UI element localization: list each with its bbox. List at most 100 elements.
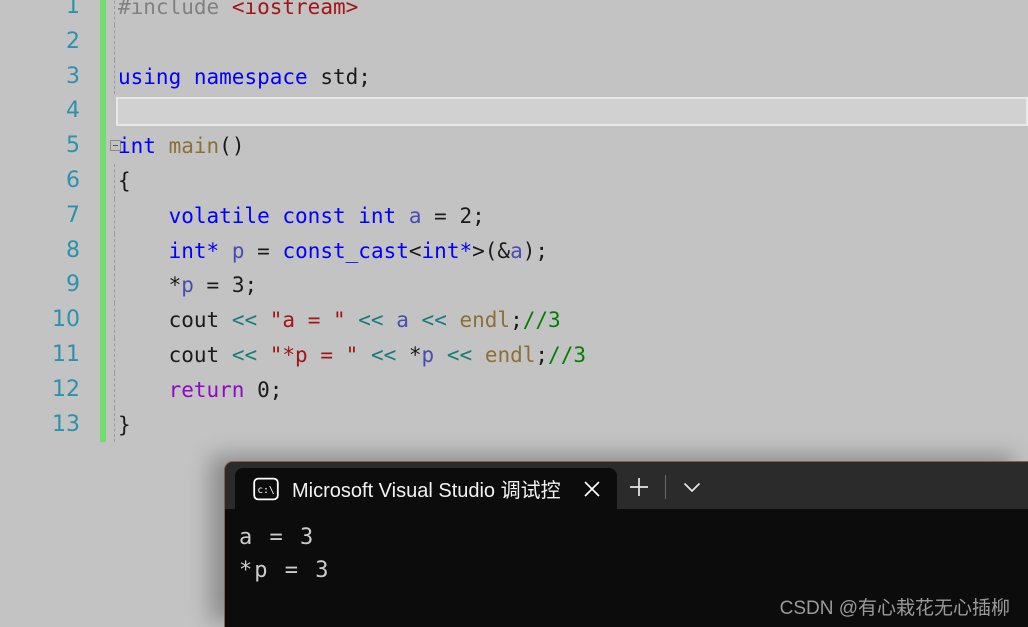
change-bar: [100, 407, 106, 443]
outline-rail: [114, 198, 116, 234]
console-titlebar[interactable]: c:\ Microsoft Visual Studio 调试控: [225, 462, 1028, 509]
line-number: 1: [66, 0, 80, 19]
titlebar-separator: [664, 475, 666, 499]
token-operator-shift: <<: [231, 308, 258, 333]
code-line[interactable]: 10 cout << "a = " << a << endl;//3: [0, 303, 1028, 338]
code-line[interactable]: 2: [0, 24, 1028, 60]
change-bar: [100, 233, 106, 269]
change-bar: [100, 303, 106, 338]
new-tab-button[interactable]: [617, 467, 661, 507]
console-tab-active[interactable]: c:\ Microsoft Visual Studio 调试控: [235, 468, 617, 509]
token-keyword-int-pointer: int*: [421, 238, 473, 263]
token-number-3: 3: [231, 273, 245, 298]
code-line[interactable]: 11 cout << "*p = " << *p << endl;//3: [0, 337, 1028, 373]
terminal-icon: c:\: [253, 477, 279, 501]
console-output-line: *p = 3: [239, 558, 331, 583]
code-line-current[interactable]: 4: [0, 94, 1028, 130]
console-tab-title: Microsoft Visual Studio 调试控: [292, 480, 561, 502]
close-icon[interactable]: [573, 470, 611, 508]
code-line[interactable]: 8 int* p = const_cast<int*>(&a);: [0, 233, 1028, 269]
token-identifier-endl: endl: [459, 308, 511, 333]
outline-rail: [114, 59, 116, 95]
code-line[interactable]: 3 using namespace std;: [0, 59, 1028, 95]
code-line[interactable]: 1 #include <iostream>: [0, 0, 1028, 25]
console-output-area[interactable]: a = 3 *p = 3 CSDN @有心栽花无心插柳: [225, 509, 1028, 627]
token-variable-p: p: [231, 238, 245, 263]
code-text: }: [118, 412, 131, 437]
change-bar: [100, 163, 106, 199]
token-variable-a: a: [510, 238, 523, 263]
token-comment: //3: [522, 308, 561, 333]
code-line[interactable]: 7 volatile const int a = 2;: [0, 198, 1028, 234]
token-function-main: main: [168, 134, 220, 159]
token-keyword-volatile: volatile: [168, 203, 270, 228]
token-variable-a: a: [408, 203, 422, 228]
line-number: 7: [66, 202, 80, 228]
line-number: 2: [66, 28, 80, 54]
debug-console-window[interactable]: c:\ Microsoft Visual Studio 调试控 a = 3 *p…: [224, 461, 1028, 627]
code-text: using namespace std;: [118, 60, 371, 95]
outline-rail: [114, 303, 116, 338]
code-line[interactable]: 13 }: [0, 407, 1028, 443]
token-operator-shift: <<: [421, 308, 447, 333]
outline-rail: [114, 163, 116, 199]
code-line[interactable]: 12 return 0;: [0, 372, 1028, 408]
outline-rail: [114, 0, 116, 25]
code-line[interactable]: 9 *p = 3;: [0, 268, 1028, 304]
line-number: 12: [52, 376, 80, 402]
token-variable-p: p: [421, 342, 435, 367]
token-keyword-int: int: [358, 203, 397, 228]
token-identifier-std: std: [320, 64, 359, 89]
token-comment: //3: [548, 342, 586, 367]
watermark-text: CSDN @有心栽花无心插柳: [779, 598, 1010, 619]
token-number-0: 0: [257, 377, 270, 402]
code-lines-container[interactable]: 1 #include <iostream> 2 3 using namespac…: [0, 0, 1028, 443]
token-string-a-equals: "a = ": [269, 308, 346, 333]
token-semicolon: ;: [358, 64, 371, 89]
svg-text:c:\: c:\: [257, 485, 274, 496]
token-operator-shift: <<: [370, 342, 397, 367]
line-number: 8: [66, 237, 80, 263]
change-bar: [100, 59, 106, 95]
token-equals: =: [206, 273, 220, 298]
code-text: {: [118, 168, 131, 193]
tab-dropdown-button[interactable]: [670, 467, 714, 507]
code-line[interactable]: 5 int main(): [0, 129, 1028, 164]
token-keyword-const: const: [282, 203, 346, 228]
token-keyword-const-cast: const_cast: [282, 238, 409, 263]
token-keyword-int: int: [118, 134, 156, 159]
token-identifier-cout: cout: [168, 342, 220, 367]
token-semicolon: ;: [510, 308, 523, 333]
screenshot-root: 1 #include <iostream> 2 3 using namespac…: [0, 0, 1028, 627]
token-variable-a: a: [396, 308, 409, 333]
token-keyword-using: using: [118, 64, 182, 89]
code-line[interactable]: 6 {: [0, 163, 1028, 199]
outline-rail: [114, 233, 116, 269]
token-semicolon: ;: [472, 203, 485, 228]
token-equals: =: [257, 238, 270, 263]
outline-rail: [114, 24, 116, 60]
line-number: 5: [66, 133, 80, 159]
line-number: 3: [66, 63, 80, 89]
token-operator-shift: <<: [446, 342, 473, 367]
